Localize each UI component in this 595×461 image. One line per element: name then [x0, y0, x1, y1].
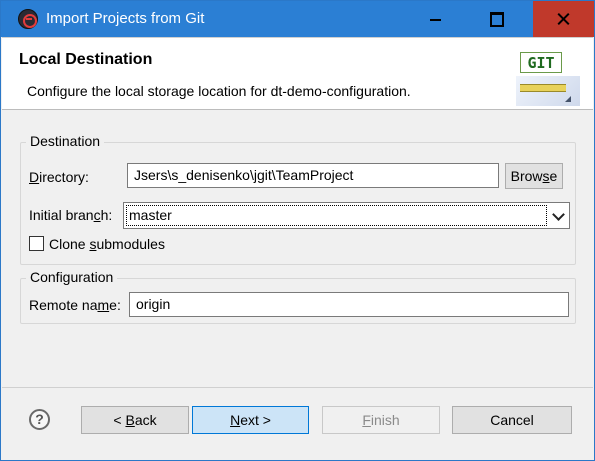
browse-button[interactable]: Browse	[505, 163, 563, 189]
eclipse-icon	[18, 9, 38, 29]
initial-branch-value: master	[126, 205, 547, 226]
page-description: Configure the local storage location for…	[27, 83, 411, 99]
browse-label-pre: Brow	[510, 168, 543, 184]
page-title: Local Destination	[19, 51, 153, 68]
back-label-pre: <	[113, 412, 126, 428]
header-divider	[2, 109, 593, 110]
git-logo-text: GIT	[520, 52, 562, 73]
directory-mnemonic: D	[29, 169, 40, 185]
next-mnemonic: N	[230, 412, 241, 428]
remote-label-pre: Remote na	[29, 297, 98, 313]
initial-branch-select[interactable]: master	[123, 202, 570, 229]
branch-label-pre: Initial bran	[29, 207, 94, 223]
close-icon[interactable]	[533, 1, 594, 37]
chevron-down-icon[interactable]	[552, 208, 565, 221]
back-label-post: ack	[134, 412, 157, 428]
title-bar[interactable]: Import Projects from Git	[1, 1, 594, 37]
clone-submodules-label[interactable]: Clone submodules	[49, 236, 165, 252]
branch-label-post: h:	[100, 207, 113, 223]
back-button[interactable]: < Back	[81, 406, 189, 434]
remote-mnemonic: m	[97, 297, 110, 313]
help-icon[interactable]: ?	[29, 409, 50, 430]
next-label-post: ext >	[240, 412, 271, 428]
clone-label-pre: Clone	[49, 236, 90, 252]
minimize-icon[interactable]	[411, 1, 459, 37]
remote-name-label: Remote name:	[29, 297, 121, 313]
clone-label-post: ubmodules	[96, 236, 165, 252]
git-pipes-graphic	[516, 76, 580, 106]
footer-divider	[2, 387, 593, 388]
finish-mnemonic: F	[362, 412, 371, 428]
remote-label-post: e:	[109, 297, 121, 313]
finish-button[interactable]: Finish	[322, 406, 440, 434]
branch-mnemonic: c	[93, 207, 101, 223]
back-mnemonic: B	[125, 412, 135, 428]
browse-label-post: e	[549, 168, 558, 184]
directory-label-rest: irectory:	[39, 169, 89, 185]
finish-label-post: inish	[370, 412, 400, 428]
git-logo-icon: GIT	[516, 52, 580, 106]
directory-label: Directory:	[29, 169, 89, 185]
window-title: Import Projects from Git	[46, 10, 205, 27]
initial-branch-label: Initial branch:	[29, 207, 112, 223]
cancel-button[interactable]: Cancel	[452, 406, 572, 434]
maximize-icon[interactable]	[471, 1, 519, 37]
browse-mnemonic: s	[542, 168, 550, 184]
remote-name-input[interactable]: origin	[129, 292, 569, 317]
destination-legend: Destination	[26, 133, 105, 149]
next-button[interactable]: Next >	[192, 406, 309, 434]
directory-input[interactable]: Jsers\s_denisenko\jgit\TeamProject	[127, 163, 499, 188]
configuration-legend: Configuration	[26, 269, 118, 285]
wizard-header: Local Destination Configure the local st…	[2, 37, 593, 109]
import-git-dialog: Import Projects from Git Local Destinati…	[0, 0, 595, 461]
clone-submodules-checkbox[interactable]	[29, 236, 44, 251]
